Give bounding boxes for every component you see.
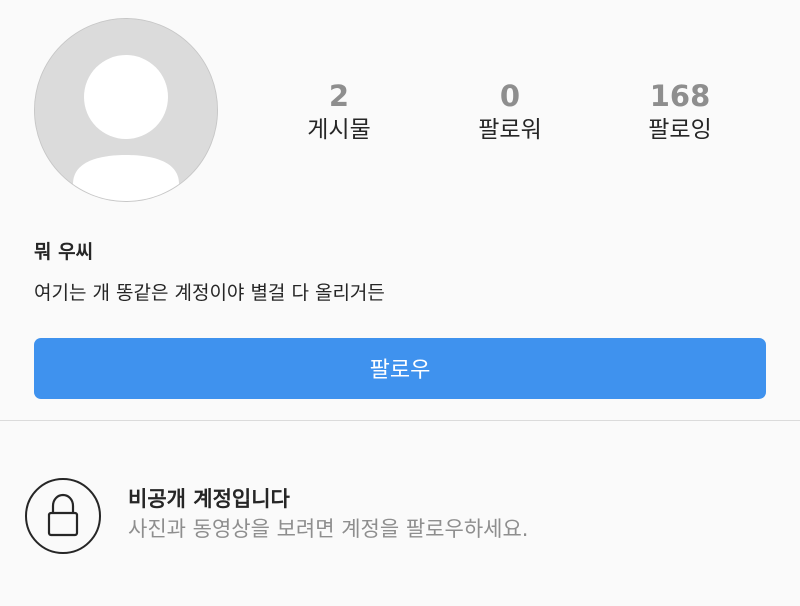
lock-badge — [25, 478, 101, 554]
stat-posts[interactable]: 2 게시물 — [259, 78, 419, 146]
profile-name: 뭐 우씨 — [34, 241, 94, 263]
avatar[interactable] — [34, 18, 218, 202]
followers-label: 팔로워 — [478, 117, 542, 143]
lock-icon — [47, 493, 79, 537]
following-count: 168 — [649, 79, 711, 113]
default-avatar-icon — [35, 19, 217, 201]
private-account-description: 사진과 동영상을 보려면 계정을 팔로우하세요. — [128, 517, 529, 541]
following-label: 팔로잉 — [648, 117, 712, 143]
stat-followers[interactable]: 0 팔로워 — [430, 78, 590, 146]
posts-label: 게시물 — [307, 117, 371, 143]
followers-count: 0 — [499, 79, 521, 113]
profile-bio: 여기는 개 똥같은 계정이야 별걸 다 올리거든 — [34, 282, 385, 304]
posts-count: 2 — [328, 79, 350, 113]
stat-following[interactable]: 168 팔로잉 — [600, 78, 760, 146]
private-account-title: 비공개 계정입니다 — [128, 487, 290, 511]
profile-page: 2 게시물 0 팔로워 168 팔로잉 뭐 우씨 여기는 개 똥같은 계정이야 … — [0, 0, 800, 606]
follow-button[interactable]: 팔로우 — [34, 338, 766, 399]
divider — [0, 420, 800, 421]
